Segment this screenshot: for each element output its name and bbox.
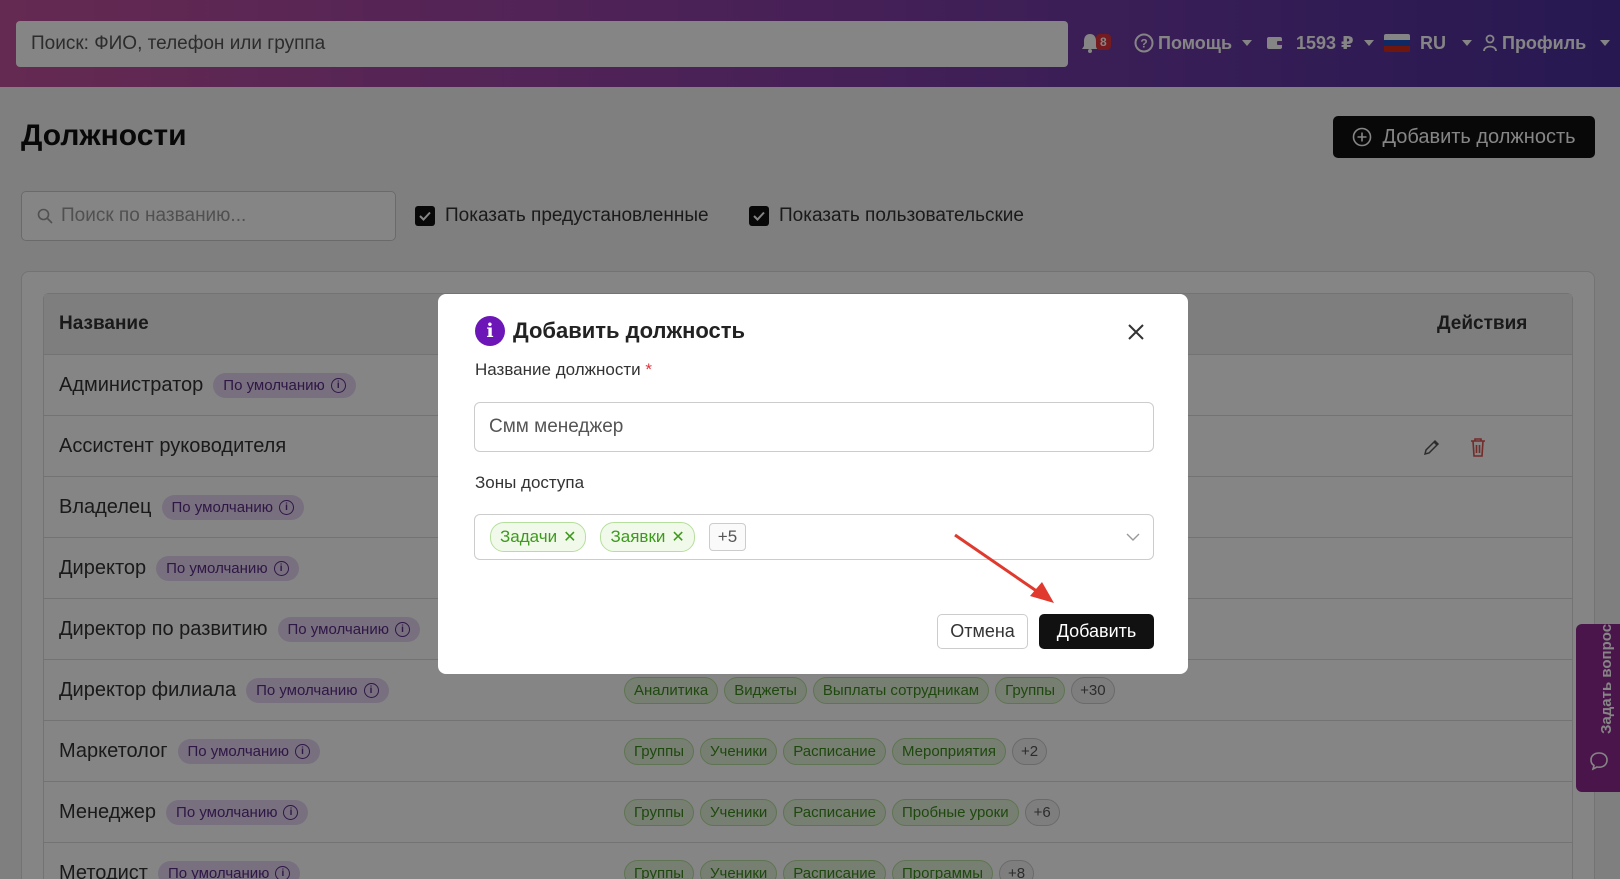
role-name-label: Название должности * (475, 360, 652, 380)
add-button[interactable]: Добавить (1039, 614, 1154, 649)
zone-tag-label: Задачи (500, 527, 558, 546)
close-icon[interactable] (1124, 320, 1148, 344)
zone-tag-label: Заявки (610, 527, 666, 546)
info-icon: i (475, 316, 505, 346)
cancel-button[interactable]: Отмена (937, 614, 1028, 649)
role-name-input[interactable]: Смм менеджер (474, 402, 1154, 452)
required-marker: * (645, 360, 652, 379)
annotation-arrow-icon (954, 533, 1054, 603)
dialog-title-text: Добавить должность (513, 318, 746, 343)
role-name-label-text: Название должности (475, 360, 641, 379)
add-role-dialog: i Добавить должность Название должности … (438, 294, 1188, 674)
dialog-title: i Добавить должность (475, 316, 745, 346)
remove-tag-icon[interactable]: ✕ (671, 527, 684, 547)
zone-tag: Заявки ✕ (600, 522, 695, 552)
remove-tag-icon[interactable]: ✕ (563, 527, 576, 547)
chevron-down-icon (1126, 533, 1140, 541)
access-zones-label: Зоны доступа (475, 473, 585, 492)
zone-tag: Задачи ✕ (490, 522, 587, 552)
more-zones-count[interactable]: +5 (708, 523, 747, 551)
